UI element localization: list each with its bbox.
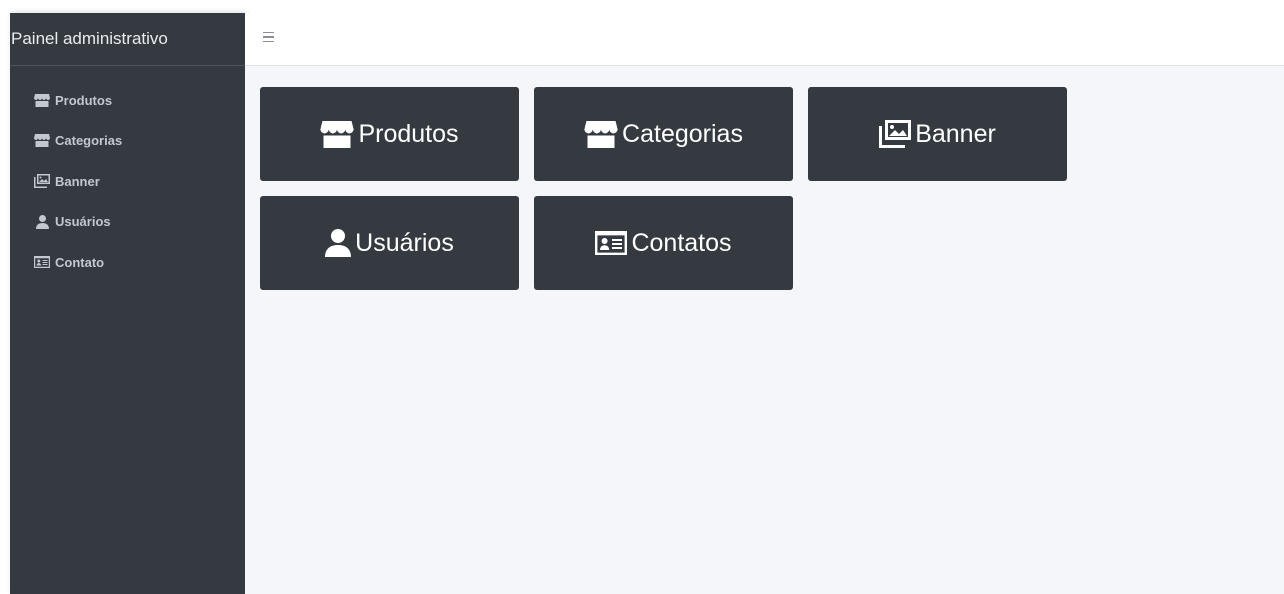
images-icon <box>33 174 51 189</box>
tile-label: Contatos <box>631 228 732 257</box>
sidebar-item-usuarios[interactable]: Usuários <box>10 202 245 243</box>
tile-usuarios[interactable]: Usuários <box>260 196 519 290</box>
sidebar-nav: Produtos Categorias Banner Usuários Cont… <box>10 66 245 283</box>
sidebar-item-banner[interactable]: Banner <box>10 161 245 202</box>
tile-produtos[interactable]: Produtos <box>260 87 519 181</box>
tile-label: Categorias <box>622 119 743 148</box>
tile-contatos[interactable]: Contatos <box>534 196 793 290</box>
user-icon <box>33 214 51 229</box>
hamburger-icon[interactable] <box>263 29 277 45</box>
brand-title[interactable]: Painel administrativo <box>10 13 245 66</box>
images-icon <box>879 120 912 148</box>
sidebar-item-contato[interactable]: Contato <box>10 242 245 283</box>
sidebar-item-label: Produtos <box>55 92 113 108</box>
sidebar-item-categorias[interactable]: Categorias <box>10 121 245 162</box>
id-card-icon <box>595 231 628 255</box>
tile-banner[interactable]: Banner <box>808 87 1067 181</box>
dashboard-content: Produtos Categorias Banner Usuários Cont… <box>245 66 1284 594</box>
sidebar-item-label: Banner <box>55 173 100 189</box>
store-icon <box>320 120 355 148</box>
sidebar-item-label: Categorias <box>55 133 123 149</box>
store-icon <box>33 134 51 148</box>
tile-label: Usuários <box>355 228 454 257</box>
sidebar-item-label: Usuários <box>55 214 111 230</box>
top-navbar <box>245 13 1284 66</box>
store-icon <box>584 120 618 148</box>
sidebar: Painel administrativo Produtos Categoria… <box>10 13 245 594</box>
tile-label: Banner <box>915 119 996 148</box>
user-icon <box>325 229 352 257</box>
tile-categorias[interactable]: Categorias <box>534 87 793 181</box>
sidebar-item-label: Contato <box>55 254 105 270</box>
tile-label: Produtos <box>358 119 459 148</box>
store-icon <box>33 93 51 107</box>
id-card-icon <box>33 255 51 269</box>
sidebar-item-produtos[interactable]: Produtos <box>10 80 245 121</box>
